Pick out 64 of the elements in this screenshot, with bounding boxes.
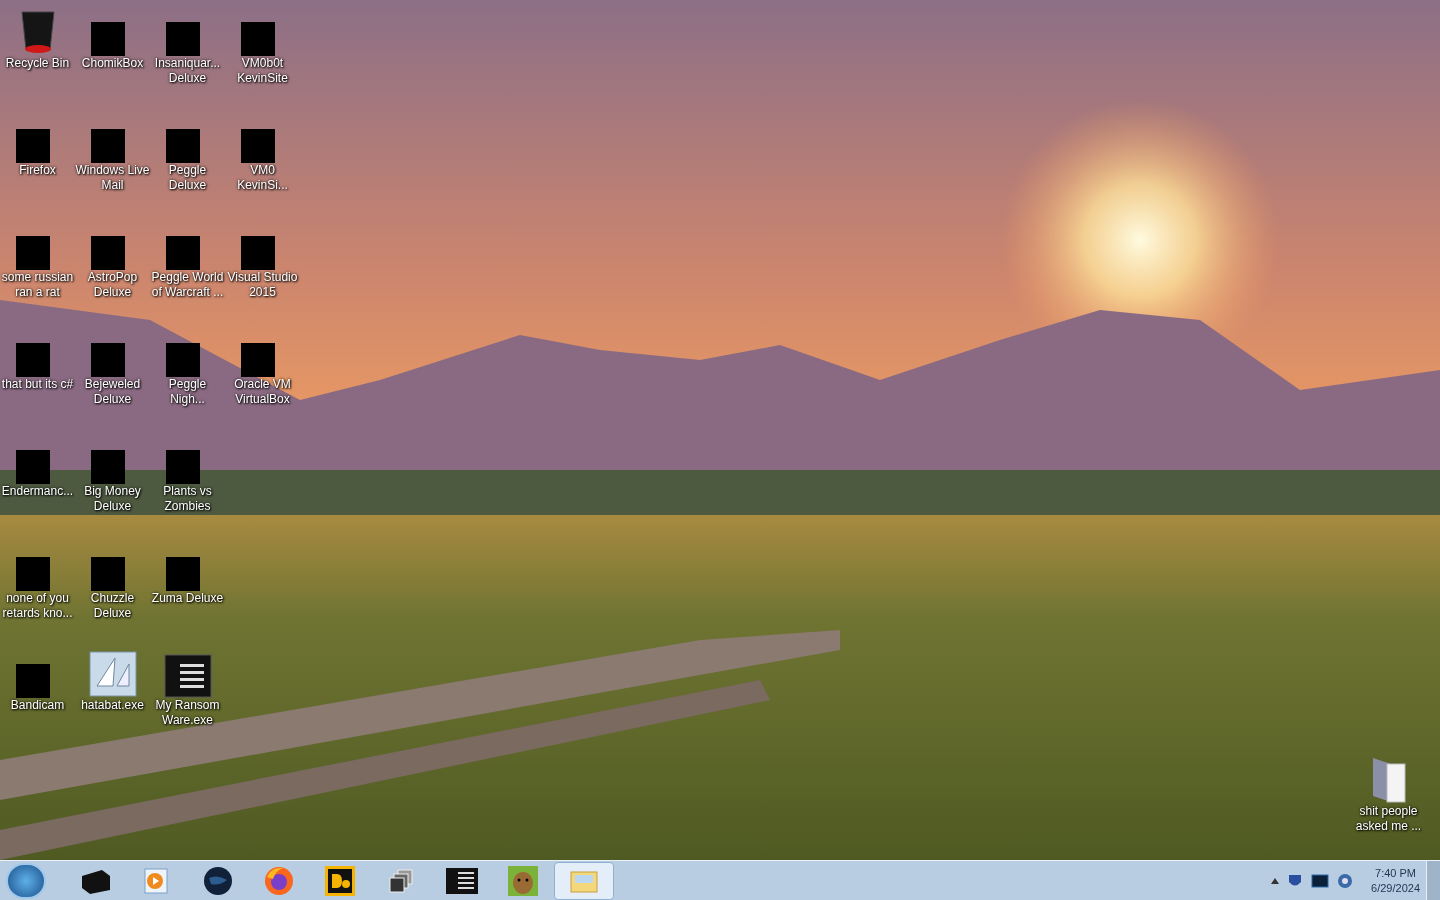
desktop-shortcut[interactable]: Chuzzle Deluxe [75, 535, 150, 642]
desktop-shortcut[interactable]: that but its c# [0, 321, 75, 428]
box-icon [80, 867, 112, 894]
text-lines-icon [446, 867, 478, 894]
desktop-shortcut[interactable]: Big Money Deluxe [75, 428, 150, 535]
blacked-out-icon [15, 236, 50, 270]
blacked-out-icon [15, 450, 50, 484]
blacked-out-icon [165, 129, 200, 163]
desktop-shortcut[interactable]: Bandicam [0, 642, 75, 749]
blacked-out-icon [15, 129, 50, 163]
blacked-out-icon [165, 557, 200, 591]
firefox-icon [263, 864, 295, 897]
blacked-out-icon [15, 664, 50, 698]
globe-icon [203, 865, 233, 896]
desktop-shortcut[interactable]: hatabat.exe [75, 642, 150, 749]
blacked-out-icon [240, 129, 275, 163]
blacked-out-icon [90, 343, 125, 377]
desktop-shortcut[interactable]: Endermanc... [0, 428, 75, 535]
blacked-out-icon [15, 343, 50, 377]
desktop-shortcut[interactable]: Windows Live Mail [75, 107, 150, 214]
desktop-shortcut[interactable]: AstroPop Deluxe [75, 214, 150, 321]
de-logo-icon [325, 865, 355, 896]
desktop-shortcut[interactable]: VM0b0t KevinSite [225, 0, 300, 107]
desktop-shortcut[interactable]: VM0 KevinSi... [225, 107, 300, 214]
stacked-windows-icon [388, 867, 414, 894]
blacked-out-icon [90, 450, 125, 484]
desktop-shortcut[interactable]: My Ransom Ware.exe [150, 642, 225, 749]
blacked-out-icon [15, 557, 50, 591]
desktop-shortcut[interactable]: ChomikBox [75, 0, 150, 107]
blacked-out-icon [240, 236, 275, 270]
blacked-out-icon [240, 22, 275, 56]
media-player-icon [143, 866, 171, 895]
desktop-shortcut[interactable]: shit people asked me ... [1351, 748, 1426, 855]
blacked-out-icon [165, 450, 200, 484]
desktop-shortcut[interactable]: Visual Studio 2015 [225, 214, 300, 321]
desktop-shortcut[interactable]: Peggle Deluxe [150, 107, 225, 214]
clock-date[interactable]: 6/29/2024 [1371, 880, 1420, 896]
desktop-shortcut[interactable]: none of you retards kno... [0, 535, 75, 642]
blacked-out-icon [165, 343, 200, 377]
desktop-shortcut[interactable]: Firefox [0, 107, 75, 214]
start-button[interactable] [6, 862, 46, 899]
blacked-out-icon [240, 343, 275, 377]
sail-picture-icon [88, 650, 137, 698]
desktop-shortcut[interactable]: Peggle Nigh... [150, 321, 225, 428]
desktop-shortcut[interactable]: Peggle World of Warcraft ... [150, 214, 225, 321]
desktop-shortcut[interactable]: Oracle VM VirtualBox [225, 321, 300, 428]
desktop-shortcut[interactable]: Zuma Deluxe [150, 535, 225, 642]
desktop-shortcut[interactable]: Bejeweled Deluxe [75, 321, 150, 428]
monitor-icon[interactable] [1311, 873, 1330, 888]
speaker-icon[interactable] [1337, 872, 1354, 889]
tray-arrow-icon[interactable] [1271, 877, 1280, 884]
blacked-out-icon [90, 129, 125, 163]
desktop-shortcut[interactable]: Insaniquar... Deluxe [150, 0, 225, 107]
bear-icon [508, 865, 538, 896]
blacked-out-icon [90, 236, 125, 270]
desktop-shortcut[interactable]: Plants vs Zombies [150, 428, 225, 535]
desktop-shortcut[interactable]: some russian ran a rat [0, 214, 75, 321]
desktop-shortcut[interactable]: Recycle Bin [0, 0, 75, 107]
blacked-out-icon [165, 236, 200, 270]
blacked-out-icon [90, 22, 125, 56]
blacked-out-icon [90, 557, 125, 591]
text-lines-icon [163, 654, 212, 698]
blacked-out-icon [165, 22, 200, 56]
clock-time[interactable]: 7:40 PM [1375, 865, 1416, 881]
